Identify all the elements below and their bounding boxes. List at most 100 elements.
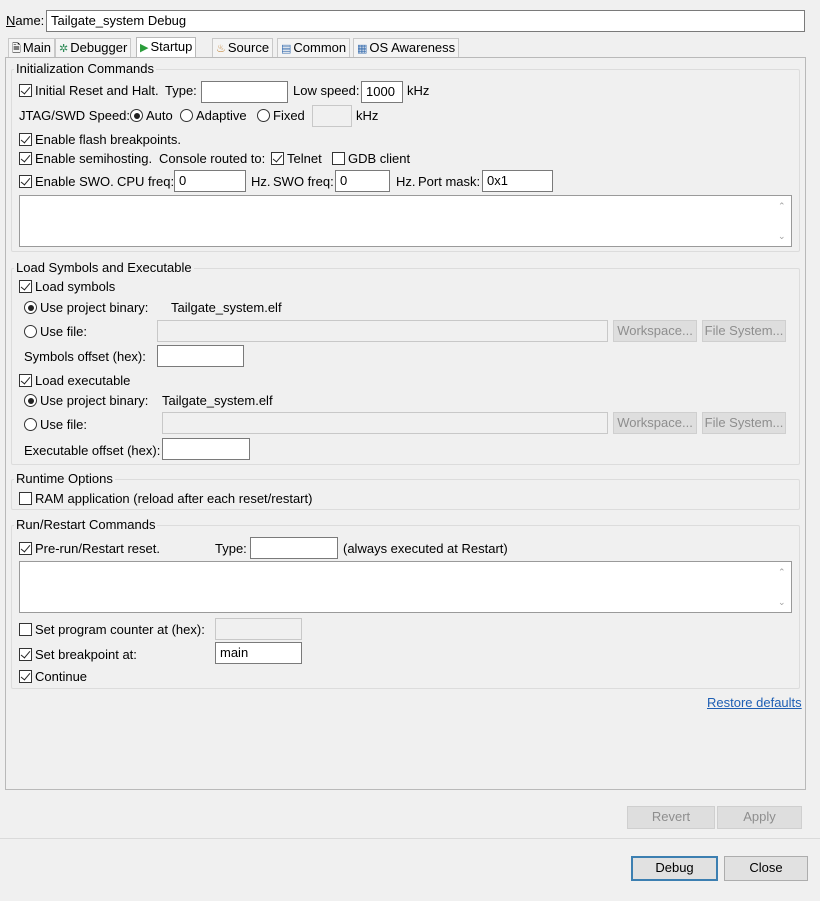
port-mask-input[interactable]: 0x1 xyxy=(482,170,553,192)
cpu-freq-label: CPU freq: xyxy=(117,174,175,189)
textarea-scrollbar[interactable]: ⌃ ⌄ xyxy=(775,196,791,246)
symbols-offset-label: Symbols offset (hex): xyxy=(24,349,146,364)
exec-offset-label: Executable offset (hex): xyxy=(24,443,161,458)
exec-use-file-radio[interactable]: Use file: xyxy=(24,417,87,433)
name-input[interactable]: Tailgate_system Debug xyxy=(46,10,805,32)
checkbox-icon xyxy=(19,670,32,683)
os-icon: ▦ xyxy=(357,43,368,55)
close-button[interactable]: Close xyxy=(724,856,808,881)
radio-icon xyxy=(24,418,37,431)
load-executable-checkbox[interactable]: Load executable xyxy=(19,373,130,389)
radio-icon xyxy=(257,109,270,122)
common-icon: ▤ xyxy=(281,43,292,55)
low-speed-unit: kHz xyxy=(407,83,430,98)
reset-type-label: Type: xyxy=(165,83,197,98)
prerun-type-input[interactable] xyxy=(250,537,338,559)
fixed-speed-unit: kHz xyxy=(356,108,379,123)
divider xyxy=(0,838,820,839)
radio-icon xyxy=(24,301,37,314)
page-icon: 🗎 xyxy=(12,43,21,55)
exec-file-input[interactable] xyxy=(162,412,608,434)
checkbox-icon xyxy=(19,648,32,661)
fixed-speed-input[interactable] xyxy=(312,105,352,127)
low-speed-input[interactable]: 1000 xyxy=(361,81,403,103)
swo-freq-label: SWO freq: xyxy=(273,174,334,189)
apply-button[interactable]: Apply xyxy=(717,806,802,829)
symbols-workspace-button[interactable]: Workspace... xyxy=(613,320,697,342)
console-routed-label: Console routed to: xyxy=(159,151,266,166)
checkbox-icon xyxy=(19,152,32,165)
swo-freq-unit: Hz. xyxy=(396,174,416,189)
cpu-freq-input[interactable]: 0 xyxy=(174,170,246,192)
scroll-down-icon[interactable]: ⌄ xyxy=(778,231,786,241)
reset-type-input[interactable] xyxy=(201,81,288,103)
jtag-fixed-radio[interactable]: Fixed xyxy=(257,108,305,124)
symbols-offset-input[interactable] xyxy=(157,345,244,367)
set-pc-input[interactable] xyxy=(215,618,302,640)
tab-main[interactable]: 🗎 Main xyxy=(8,38,56,58)
telnet-checkbox[interactable]: Telnet xyxy=(271,151,322,167)
play-icon: ▶ xyxy=(140,42,149,54)
exec-offset-input[interactable] xyxy=(162,438,250,460)
radio-icon xyxy=(24,325,37,338)
scroll-up-icon[interactable]: ⌃ xyxy=(778,201,786,211)
exec-workspace-button[interactable]: Workspace... xyxy=(613,412,697,434)
gdb-client-checkbox[interactable]: GDB client xyxy=(332,151,410,167)
tab-startup[interactable]: ▶ Startup xyxy=(136,37,197,58)
swo-checkbox[interactable]: Enable SWO. xyxy=(19,174,114,190)
initial-reset-checkbox[interactable]: Initial Reset and Halt. xyxy=(19,83,159,99)
load-group xyxy=(11,268,800,465)
flash-breakpoints-checkbox[interactable]: Enable flash breakpoints. xyxy=(19,132,181,148)
jtag-speed-label: JTAG/SWD Speed: xyxy=(19,108,131,123)
prerun-reset-checkbox[interactable]: Pre-run/Restart reset. xyxy=(19,541,160,557)
textarea-scrollbar[interactable]: ⌃ ⌄ xyxy=(775,562,791,612)
radio-icon xyxy=(180,109,193,122)
checkbox-icon xyxy=(19,492,32,505)
tab-source[interactable]: ♨ Source xyxy=(212,38,274,58)
run-commands-textarea[interactable]: ⌃ ⌄ xyxy=(19,561,792,613)
revert-button[interactable]: Revert xyxy=(627,806,715,829)
source-icon: ♨ xyxy=(216,43,226,55)
semihosting-checkbox[interactable]: Enable semihosting. xyxy=(19,151,152,167)
checkbox-icon xyxy=(332,152,345,165)
load-symbols-checkbox[interactable]: Load symbols xyxy=(19,279,115,295)
run-group-title: Run/Restart Commands xyxy=(14,517,158,532)
debugger-icon: ✲ xyxy=(59,43,69,55)
exec-binary-name: Tailgate_system.elf xyxy=(162,393,273,408)
scroll-up-icon[interactable]: ⌃ xyxy=(778,567,786,577)
port-mask-label: Port mask: xyxy=(418,174,481,189)
symbols-file-system-button[interactable]: File System... xyxy=(702,320,786,342)
scroll-down-icon[interactable]: ⌄ xyxy=(778,597,786,607)
exec-file-system-button[interactable]: File System... xyxy=(702,412,786,434)
ram-application-checkbox[interactable]: RAM application (reload after each reset… xyxy=(19,491,312,507)
debug-button[interactable]: Debug xyxy=(631,856,718,881)
symbols-binary-name: Tailgate_system.elf xyxy=(171,300,282,315)
restore-defaults-link[interactable]: Restore defaults xyxy=(707,695,802,711)
set-pc-checkbox[interactable]: Set program counter at (hex): xyxy=(19,622,205,638)
set-breakpoint-input[interactable]: main xyxy=(215,642,302,664)
low-speed-label: Low speed: xyxy=(293,83,360,98)
checkbox-icon xyxy=(19,542,32,555)
radio-icon xyxy=(24,394,37,407)
tab-os-awareness[interactable]: ▦ OS Awareness xyxy=(353,38,460,58)
init-commands-textarea[interactable]: ⌃ ⌄ xyxy=(19,195,792,247)
symbols-file-input[interactable] xyxy=(157,320,608,342)
runtime-group-title: Runtime Options xyxy=(14,471,115,486)
checkbox-icon xyxy=(271,152,284,165)
continue-checkbox[interactable]: Continue xyxy=(19,669,87,685)
prerun-type-label: Type: xyxy=(215,541,247,556)
cpu-freq-unit: Hz. xyxy=(251,174,271,189)
exec-project-binary-radio[interactable]: Use project binary: xyxy=(24,393,148,409)
checkbox-icon xyxy=(19,133,32,146)
symbols-project-binary-radio[interactable]: Use project binary: xyxy=(24,300,148,316)
radio-icon xyxy=(130,109,143,122)
init-group-title: Initialization Commands xyxy=(14,61,157,76)
symbols-use-file-radio[interactable]: Use file: xyxy=(24,324,87,340)
swo-freq-input[interactable]: 0 xyxy=(335,170,390,192)
tab-common[interactable]: ▤ Common xyxy=(277,38,351,58)
set-breakpoint-checkbox[interactable]: Set breakpoint at: xyxy=(19,647,137,663)
jtag-adaptive-radio[interactable]: Adaptive xyxy=(180,108,247,124)
tab-debugger[interactable]: ✲ Debugger xyxy=(55,38,132,58)
checkbox-icon xyxy=(19,175,32,188)
jtag-auto-radio[interactable]: Auto xyxy=(130,108,173,124)
